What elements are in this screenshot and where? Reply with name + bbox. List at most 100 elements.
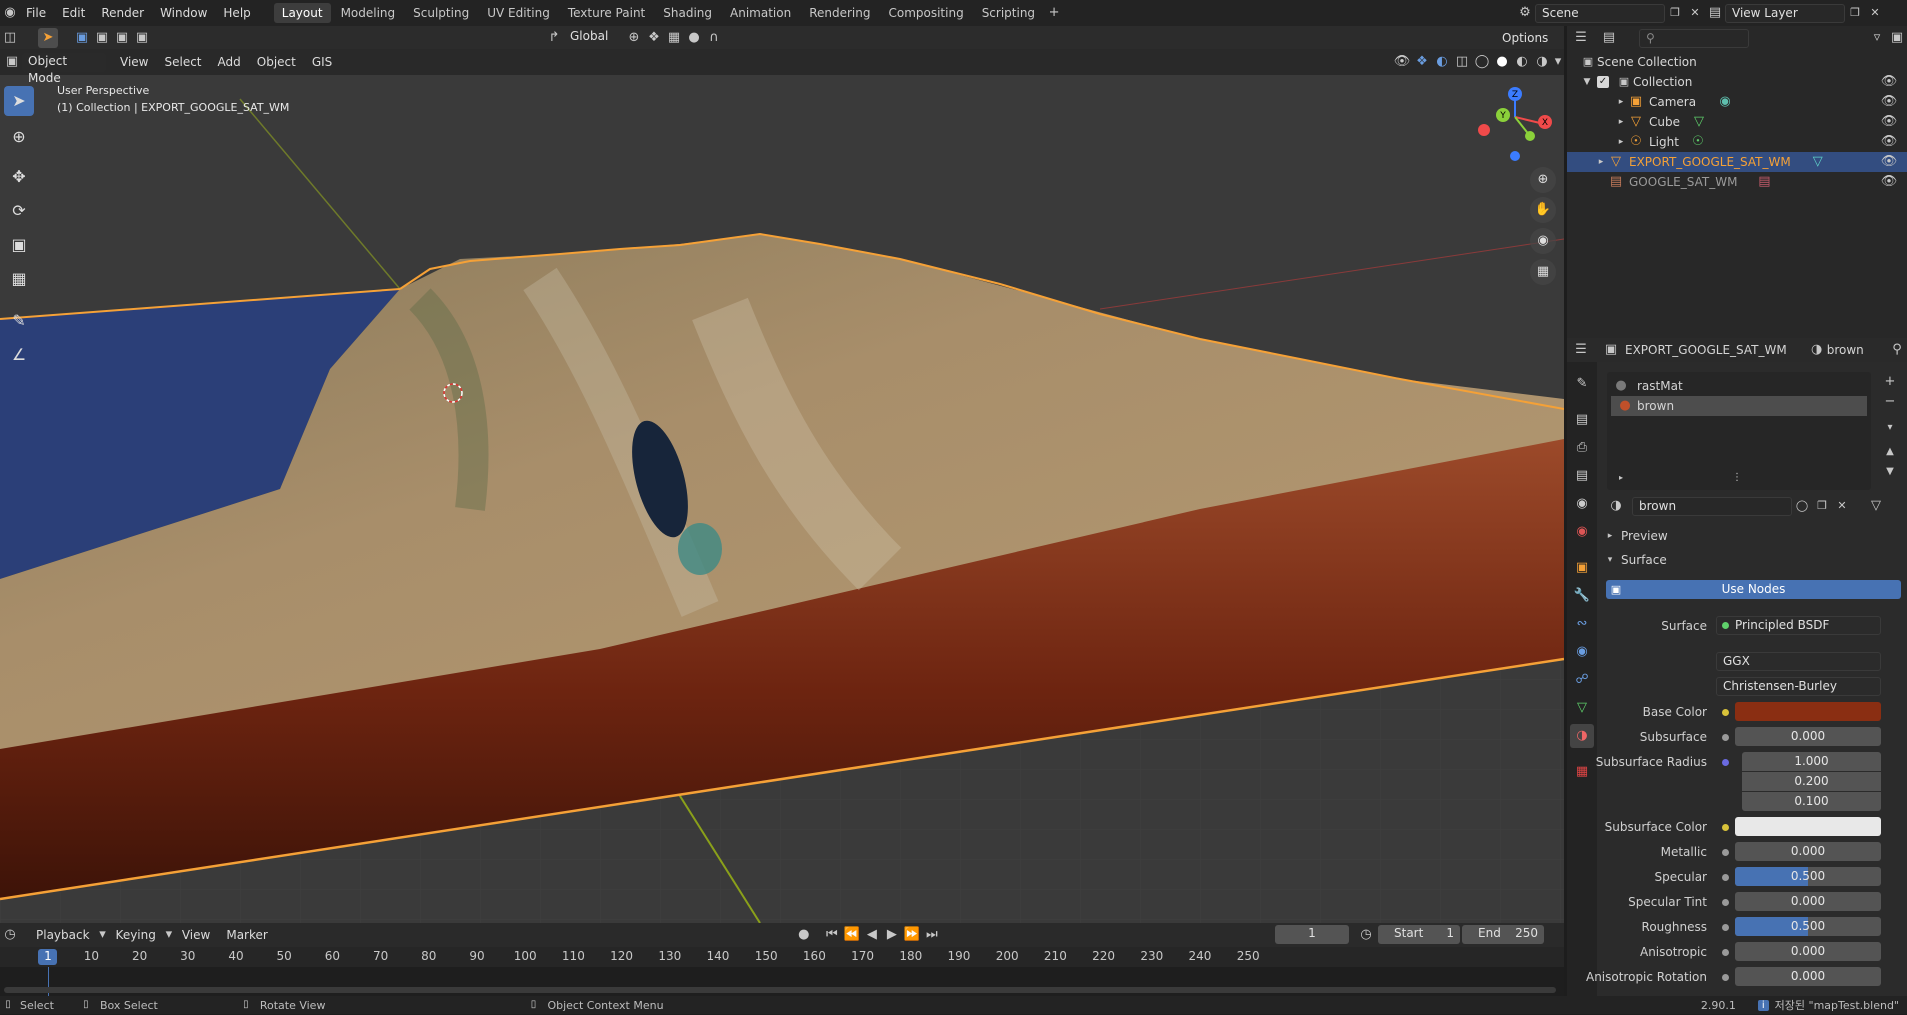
visibility-icon[interactable]: 👁	[1392, 52, 1412, 72]
preview-panel-header[interactable]: ▸ Preview	[1603, 526, 1899, 546]
socket-dot[interactable]	[1722, 709, 1729, 716]
viewport-menu-select[interactable]: Select	[156, 49, 209, 75]
tab-compositing[interactable]: Compositing	[880, 3, 971, 23]
options-dropdown[interactable]: Options	[1496, 28, 1555, 48]
node-link-icon[interactable]: ▽	[1866, 496, 1886, 516]
render-tab-icon[interactable]: ▤	[1570, 408, 1594, 432]
blender-logo-icon[interactable]: ◉	[2, 3, 18, 23]
outliner-light[interactable]: ▸ ☉ Light ☉ 👁	[1567, 132, 1907, 152]
move-down-icon[interactable]: ▼	[1880, 462, 1900, 482]
scene-icon[interactable]: ⚙	[1515, 3, 1535, 23]
pan-hand-icon[interactable]: ✋	[1530, 197, 1556, 223]
socket-dot[interactable]	[1722, 759, 1729, 766]
rotate-tool-icon[interactable]: ⟳	[4, 196, 34, 226]
wireframe-shading-icon[interactable]: ◯	[1472, 52, 1492, 72]
timeline-playback[interactable]: Playback	[28, 922, 98, 948]
jump-keyframe-forward-icon[interactable]: ⏩	[902, 925, 922, 945]
snap-target-icon[interactable]: ▦	[664, 28, 684, 48]
add-workspace-icon[interactable]: +	[1044, 3, 1064, 23]
timeline-ruler[interactable]: 1 10 20 30 40 50 60 70 80 90 100 110 120 130 140 150 160…	[0, 947, 1564, 967]
navigation-gizmo[interactable]: Z X Y	[1470, 84, 1560, 164]
outliner-cube[interactable]: ▸ ▽ Cube ▽ 👁	[1567, 112, 1907, 132]
jump-start-icon[interactable]: ⏮	[822, 925, 842, 945]
base-color-swatch[interactable]	[1735, 702, 1881, 721]
checkbox-icon[interactable]: ✓	[1597, 76, 1609, 88]
shading-options-icon[interactable]: ▾	[1552, 52, 1564, 72]
subsurface-color-swatch[interactable]	[1735, 817, 1881, 836]
select-subtract-icon[interactable]: ▣	[112, 28, 132, 48]
anisotropic-rotation-field[interactable]: 0.000	[1735, 967, 1881, 986]
zoom-icon[interactable]: ⊕	[1530, 167, 1556, 193]
jump-keyframe-back-icon[interactable]: ⏪	[842, 925, 862, 945]
mode-dropdown[interactable]: Object Mode	[22, 52, 106, 85]
socket-dot[interactable]	[1722, 924, 1729, 931]
timeline-scrollbar[interactable]	[4, 987, 1556, 993]
end-frame-field[interactable]: End 250	[1462, 925, 1544, 944]
eye-icon[interactable]: 👁	[1879, 92, 1899, 112]
menu-help[interactable]: Help	[215, 0, 258, 26]
current-frame-field[interactable]: 1	[1275, 925, 1349, 944]
world-tab-icon[interactable]: ◉	[1570, 520, 1594, 544]
material-shading-icon[interactable]: ◐	[1512, 52, 1532, 72]
pivot-icon[interactable]: ⊕	[624, 28, 644, 48]
solid-shading-icon[interactable]: ●	[1492, 52, 1512, 72]
distribution-dropdown[interactable]: GGX	[1716, 652, 1881, 671]
close-icon[interactable]: ✕	[1865, 3, 1885, 23]
material-browse-icon[interactable]: ◑	[1606, 496, 1626, 516]
tab-uv-editing[interactable]: UV Editing	[479, 3, 558, 23]
tab-texture-paint[interactable]: Texture Paint	[560, 3, 653, 23]
tool-tab-icon[interactable]: ✎	[1570, 372, 1594, 396]
eye-icon[interactable]: 👁	[1879, 172, 1899, 192]
outliner-editor-icon[interactable]: ☰	[1571, 28, 1591, 48]
select-tool-icon[interactable]: ➤	[4, 86, 34, 116]
subsurface-field[interactable]: 0.000	[1735, 727, 1881, 746]
view-layer-field[interactable]: View Layer	[1725, 3, 1845, 23]
menu-render[interactable]: Render	[93, 0, 152, 26]
modifier-tab-icon[interactable]: 🔧	[1570, 584, 1594, 608]
eye-icon[interactable]: 👁	[1879, 152, 1899, 172]
timeline-view[interactable]: View	[174, 922, 218, 948]
move-tool-icon[interactable]: ✥	[4, 162, 34, 192]
gizmo-icon[interactable]: ❖	[1412, 52, 1432, 72]
use-nodes-button[interactable]: ▣ Use Nodes	[1606, 580, 1901, 599]
socket-dot[interactable]	[1722, 824, 1729, 831]
slot-menu-icon[interactable]: ▾	[1880, 418, 1900, 438]
output-tab-icon[interactable]: ⎙	[1570, 436, 1594, 460]
select-tool-icon[interactable]: ➤	[38, 27, 58, 48]
chevron-right-icon[interactable]: ▸	[1615, 92, 1627, 112]
fake-user-icon[interactable]: ◯	[1792, 496, 1812, 516]
metallic-field[interactable]: 0.000	[1735, 842, 1881, 861]
tab-animation[interactable]: Animation	[722, 3, 799, 23]
copy-icon[interactable]: ❐	[1665, 3, 1685, 23]
material-slot-rastmat[interactable]: ● rastMat	[1607, 376, 1871, 396]
camera-view-icon[interactable]: ◉	[1530, 228, 1556, 254]
remove-slot-icon[interactable]: −	[1880, 392, 1900, 412]
play-reverse-icon[interactable]: ◀	[862, 925, 882, 945]
viewport-scene[interactable]	[0, 49, 1564, 923]
orientation-dropdown[interactable]: Global	[564, 28, 624, 47]
viewport-menu-gis[interactable]: GIS	[304, 49, 340, 75]
perspective-grid-icon[interactable]: ▦	[1530, 259, 1556, 285]
3d-viewport[interactable]	[0, 49, 1564, 923]
select-intersect-icon[interactable]: ▣	[132, 28, 152, 48]
anisotropic-field[interactable]: 0.000	[1735, 942, 1881, 961]
surface-panel-header[interactable]: ▾ Surface	[1603, 550, 1899, 570]
socket-dot[interactable]	[1722, 949, 1729, 956]
view-layer-tab-icon[interactable]: ▤	[1570, 464, 1594, 488]
stopwatch-icon[interactable]: ◷	[1356, 925, 1376, 945]
socket-dot[interactable]	[1722, 874, 1729, 881]
constraints-tab-icon[interactable]: ☍	[1570, 668, 1594, 692]
tab-modeling[interactable]: Modeling	[333, 3, 404, 23]
tab-sculpting[interactable]: Sculpting	[405, 3, 477, 23]
cursor-tool-icon[interactable]: ⊕	[4, 122, 34, 152]
transform-tool-icon[interactable]: ▦	[4, 264, 34, 294]
subsurface-method-dropdown[interactable]: Christensen-Burley	[1716, 677, 1881, 696]
snap-icon[interactable]: ❖	[644, 28, 664, 48]
tab-shading[interactable]: Shading	[655, 3, 720, 23]
socket-dot[interactable]	[1722, 899, 1729, 906]
viewport-menu-add[interactable]: Add	[210, 49, 249, 75]
pin-icon[interactable]: ⚲	[1887, 340, 1907, 360]
physics-tab-icon[interactable]: ◉	[1570, 640, 1594, 664]
subsurface-radius-x[interactable]: 1.000	[1742, 752, 1881, 771]
menu-window[interactable]: Window	[152, 0, 215, 26]
